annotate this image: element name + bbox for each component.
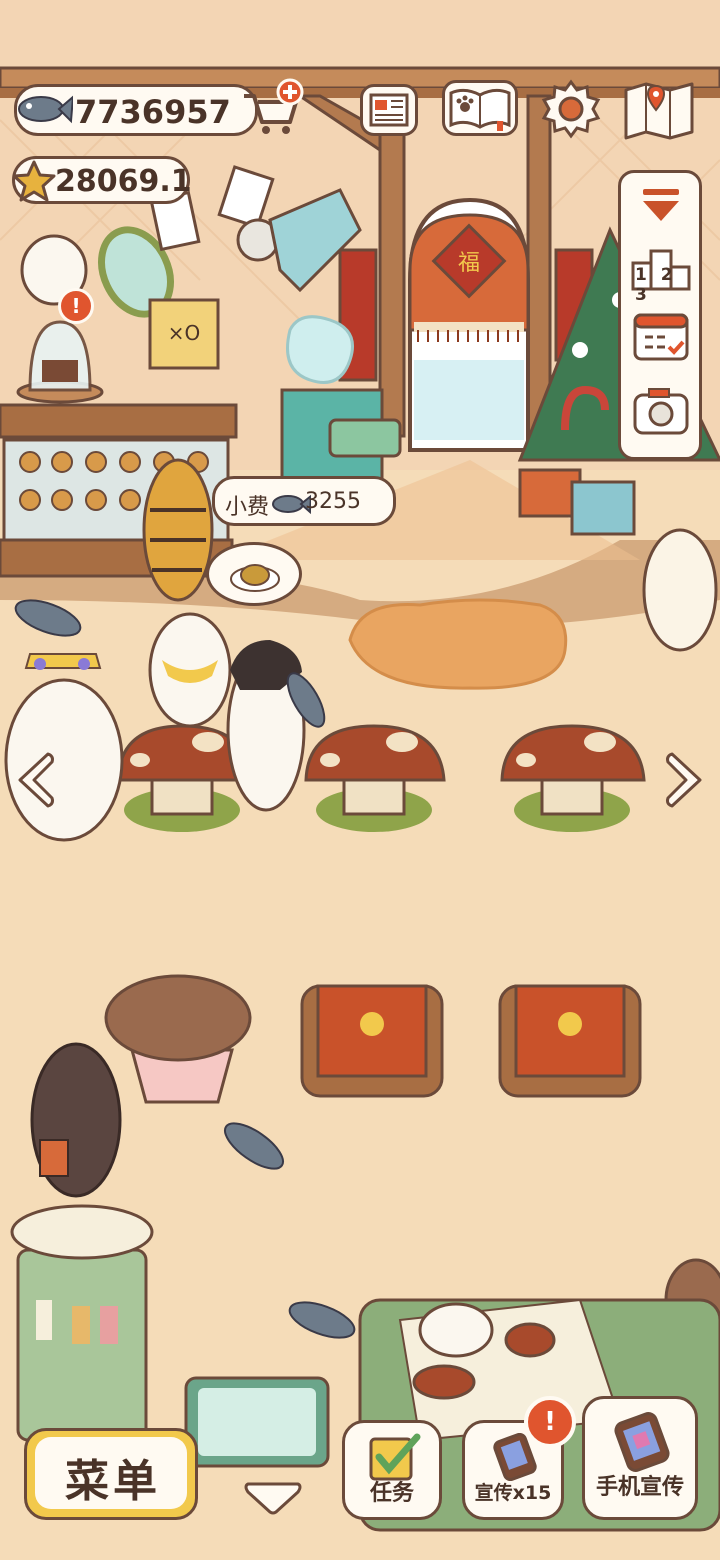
shopping-cart-plus-icon [244, 78, 304, 134]
side-panel: 1 2 3 [618, 170, 702, 460]
settings-button[interactable] [540, 78, 602, 140]
phone-icon [614, 1412, 670, 1472]
map-button[interactable] [622, 80, 696, 140]
cat-alert-badge[interactable]: ! [58, 288, 94, 324]
newspaper-button[interactable] [360, 84, 418, 136]
svg-text:福: 福 [458, 251, 480, 276]
tasks-button[interactable]: 任务 [342, 1420, 442, 1520]
tip-label: 小费 [225, 495, 270, 520]
cafe-scene: 福 ×O [0, 0, 720, 1532]
collapse-button[interactable] [633, 183, 689, 227]
chevron-right-icon [666, 752, 702, 808]
alert-mark: ! [544, 1407, 556, 1437]
star-currency-counter: 28069.1 [12, 156, 192, 204]
menu-label: 菜单 [65, 1456, 161, 1507]
newspaper-icon [369, 93, 409, 127]
podium-label: 1 2 3 [635, 265, 677, 305]
wooden-post [378, 94, 406, 438]
floating-fish [224, 1122, 284, 1170]
phone-promote-label: 手机宣传 [595, 1475, 684, 1500]
order-bubble [206, 542, 302, 606]
map-pin-icon [624, 82, 694, 140]
menu-button[interactable]: 菜单 [24, 1428, 198, 1520]
white-dog-customer [148, 612, 232, 728]
camera-button[interactable] [629, 381, 693, 441]
calendar-button[interactable] [629, 307, 693, 365]
floating-fish [288, 1301, 356, 1339]
drink-shelf [10, 1204, 154, 1442]
alert-mark: ! [71, 294, 81, 318]
cat-book-button[interactable] [442, 80, 518, 136]
chevron-left-icon [18, 752, 54, 808]
phone-icon [493, 1433, 537, 1481]
checklist-icon [369, 1433, 421, 1481]
ranking-button[interactable]: 1 2 3 [629, 239, 693, 305]
persian-cat-customer [4, 653, 124, 842]
star-count: 28069.1 [55, 164, 192, 199]
phone-promote-button[interactable]: 手机宣传 [582, 1396, 698, 1520]
fish-currency-counter: 7736957 [14, 84, 258, 136]
next-area-button[interactable] [664, 748, 708, 812]
calendar-check-icon [633, 313, 689, 361]
mushroom-table [304, 724, 446, 832]
paw-carpet-seat [300, 984, 444, 1098]
tip-bubble[interactable]: 小费 3255 [212, 476, 396, 526]
chevron-down-icon [244, 1482, 302, 1515]
gear-icon [541, 79, 601, 139]
cupcake-table [104, 974, 252, 1104]
tip-amount: 3255 [305, 489, 361, 514]
promote-alert-badge: ! [524, 1396, 576, 1448]
cream-cat-waiter [642, 528, 718, 652]
shop-button[interactable] [240, 78, 304, 138]
cat-rug [348, 598, 568, 690]
svg-text:×O: ×O [168, 321, 201, 345]
fish-icon [18, 95, 73, 124]
camera-icon [633, 388, 689, 435]
tiger-striped-dog [142, 458, 214, 602]
wooden-post [526, 94, 552, 438]
fish-count: 7736957 [75, 93, 231, 131]
mushroom-table [500, 724, 646, 832]
previous-area-button[interactable] [12, 748, 56, 812]
chevron-down-icon [643, 189, 679, 221]
food-dish-icon [230, 564, 280, 592]
scroll-down-button[interactable] [242, 1476, 304, 1516]
promote-label: 宣传x15 [474, 1482, 552, 1504]
paw-carpet-seat [498, 984, 642, 1098]
border-collie-customer [226, 640, 306, 812]
boar-customer [30, 1042, 122, 1198]
paw-book-icon [449, 88, 511, 131]
floor-placemat [184, 1376, 330, 1468]
star-icon [12, 160, 56, 202]
